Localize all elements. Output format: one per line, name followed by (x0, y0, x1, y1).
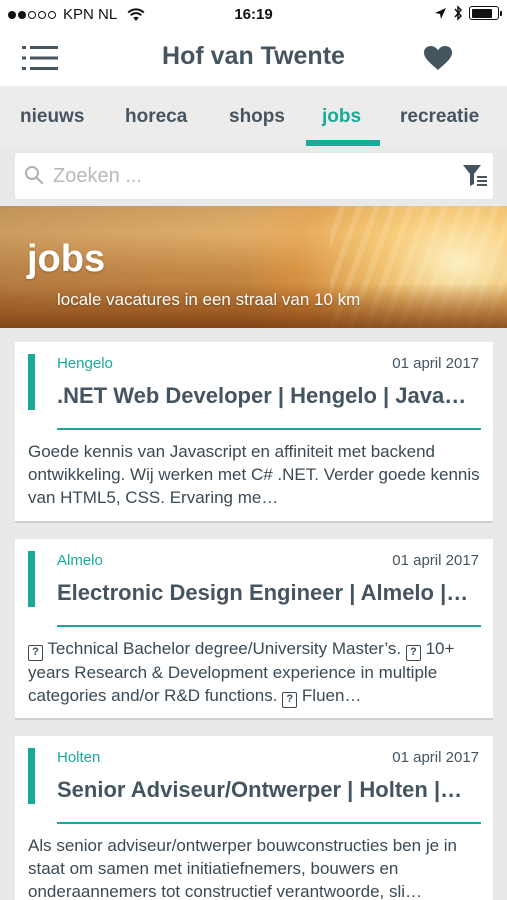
job-date: 01 april 2017 (392, 749, 479, 766)
heart-icon[interactable] (423, 45, 453, 71)
job-location: Almelo (57, 552, 103, 569)
job-card[interactable]: Almelo 01 april 2017 Electronic Design E… (15, 539, 493, 720)
bluetooth-icon (454, 5, 463, 21)
job-description-text: Fluen… (297, 686, 362, 705)
banner-subtitle: locale vacatures in een straal van 10 km (57, 290, 361, 309)
job-date: 01 april 2017 (392, 355, 479, 372)
category-tabs: nieuws horeca shops jobs recreatie (0, 86, 507, 146)
job-location: Holten (57, 749, 101, 766)
job-description-text: Technical Bachelor degree/University Mas… (43, 639, 406, 658)
job-title: Electronic Design Engineer | Almelo |… (57, 580, 469, 605)
card-divider (57, 428, 481, 430)
job-location: Hengelo (57, 355, 113, 372)
tab-shops[interactable]: shops (229, 106, 285, 128)
unknown-char-icon: ? (405, 645, 421, 661)
card-accent-bar (28, 354, 35, 410)
app-header: Hof van Twente (0, 30, 507, 86)
tab-horeca[interactable]: horeca (125, 106, 187, 128)
job-description: Als senior adviseur/ontwerper bouwconstr… (28, 836, 458, 900)
job-card[interactable]: Holten 01 april 2017 Senior Adviseur/Ont… (15, 736, 493, 900)
status-bar: KPN NL 16:19 (0, 0, 507, 30)
job-title: .NET Web Developer | Hengelo | Java… (57, 383, 467, 408)
card-accent-bar (28, 551, 35, 607)
banner-title: jobs (27, 238, 106, 280)
job-card[interactable]: Hengelo 01 april 2017 .NET Web Developer… (15, 342, 493, 523)
active-tab-indicator (306, 140, 380, 146)
card-divider (57, 625, 481, 627)
job-description: ? Technical Bachelor degree/University M… (28, 637, 483, 708)
search-input[interactable] (53, 161, 433, 191)
search-bar (15, 153, 493, 199)
filter-icon[interactable] (461, 162, 489, 190)
card-divider (57, 822, 481, 824)
job-date: 01 april 2017 (392, 552, 479, 569)
location-arrow-icon (435, 7, 446, 19)
tab-jobs[interactable]: jobs (322, 106, 361, 128)
unknown-char-icon: ? (282, 692, 298, 708)
unknown-char-icon: ? (28, 645, 43, 661)
job-description: Goede kennis van Javascript en affinitei… (28, 442, 480, 507)
search-icon (25, 166, 44, 185)
card-accent-bar (28, 748, 35, 804)
status-time: 16:19 (234, 6, 273, 23)
tab-nieuws[interactable]: nieuws (20, 106, 84, 128)
status-right-group (434, 5, 502, 21)
tab-recreatie[interactable]: recreatie (400, 106, 479, 128)
job-title: Senior Adviseur/Ontwerper | Holten |… (57, 777, 463, 802)
battery-icon (469, 6, 502, 20)
